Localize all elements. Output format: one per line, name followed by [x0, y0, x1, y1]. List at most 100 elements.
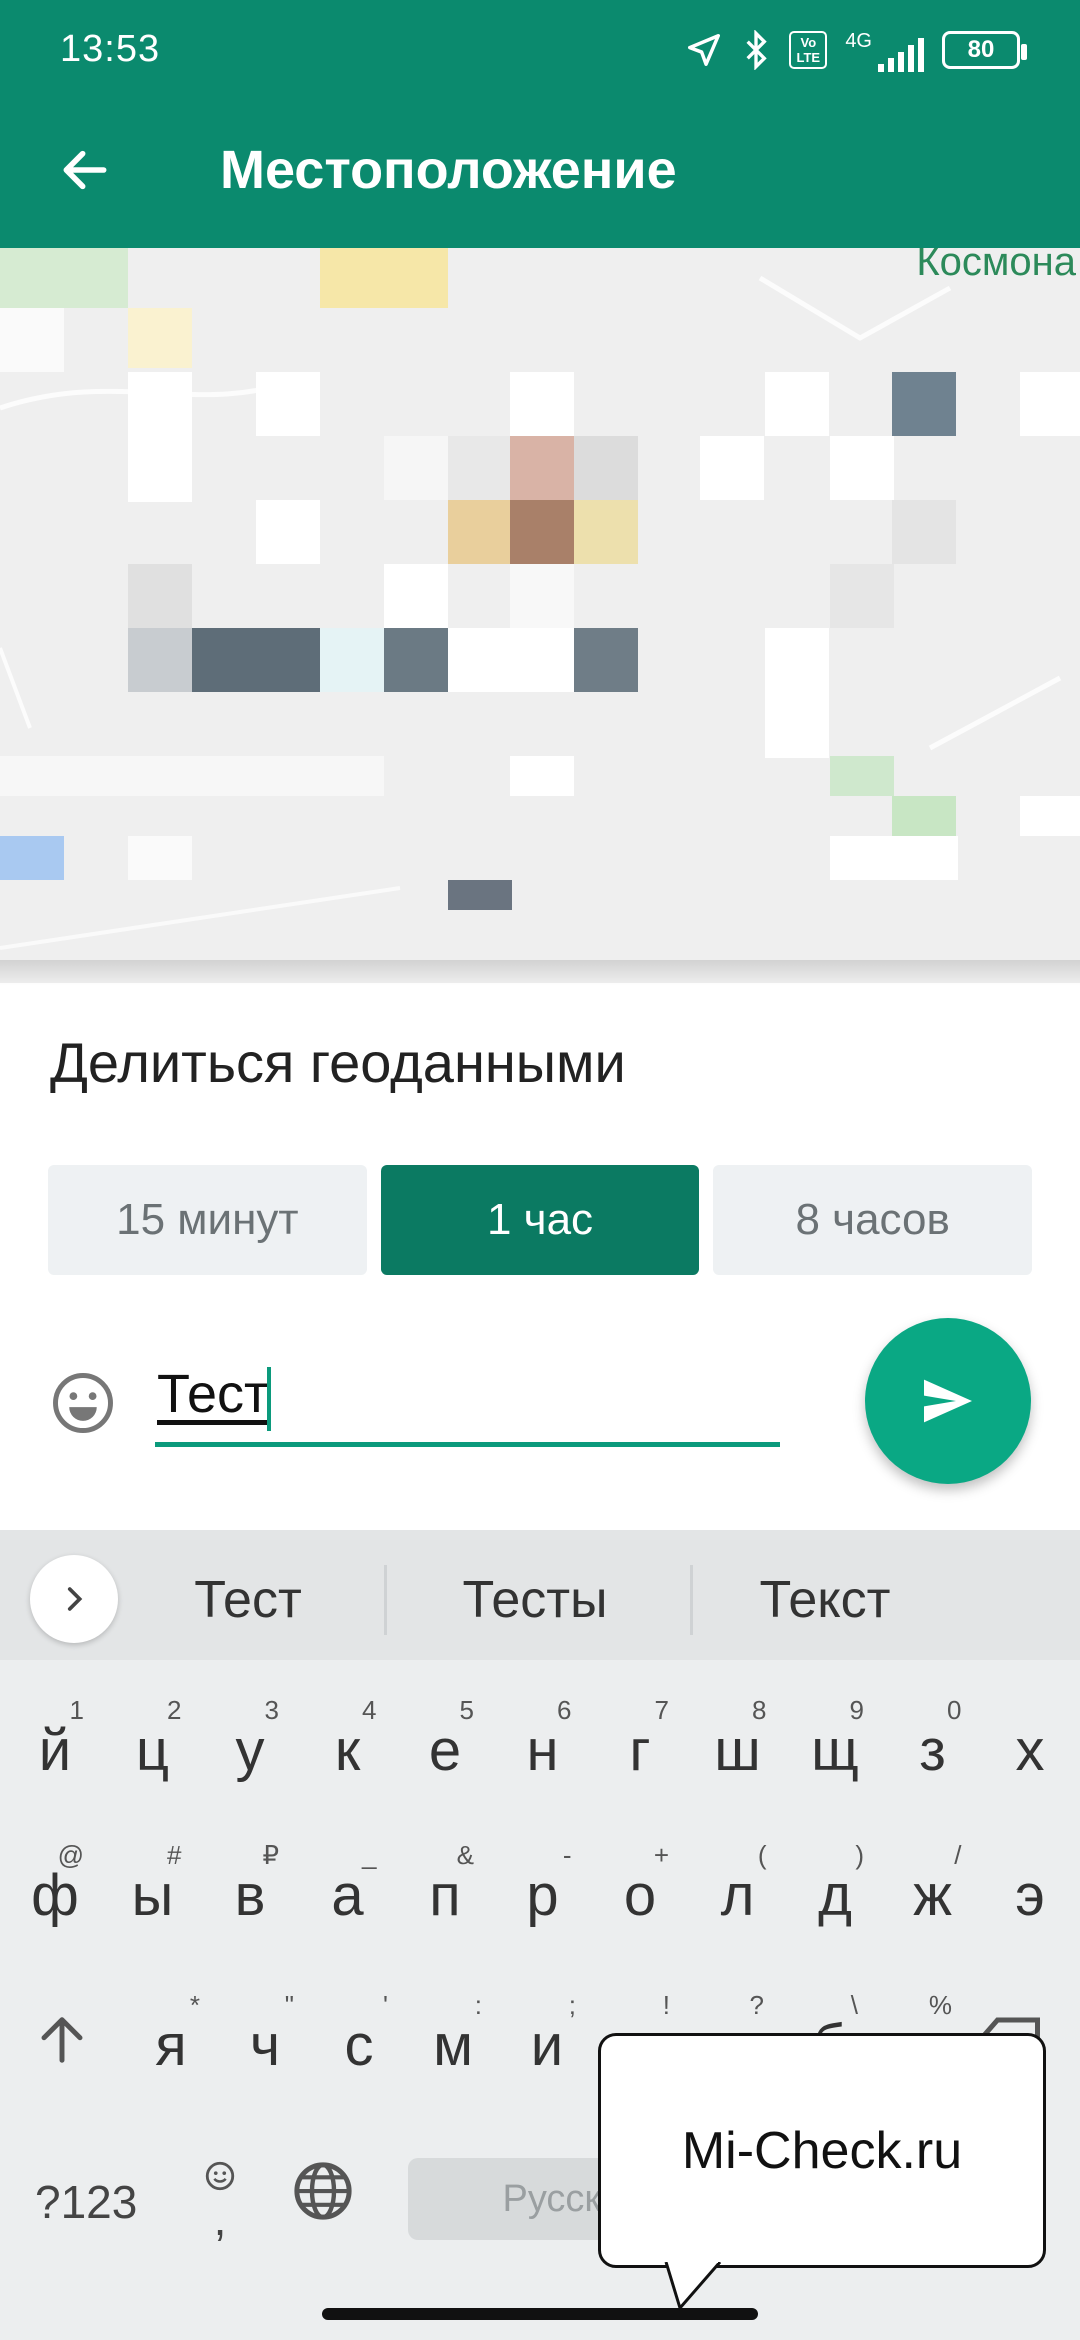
key-п[interactable]: & п — [400, 1840, 490, 1960]
key-х[interactable]: х — [985, 1695, 1075, 1815]
suggestion-bar: Тест Тесты Текст — [0, 1530, 1080, 1660]
key-ф[interactable]: @ ф — [10, 1840, 100, 1960]
key-char: г — [629, 1718, 651, 1783]
key-ж[interactable]: / ж — [888, 1840, 978, 1960]
map-view[interactable]: Космона — [0, 248, 1080, 983]
key-char: е — [428, 1718, 462, 1783]
emoji-comma-key[interactable]: , — [195, 2150, 245, 2245]
key-char: п — [429, 1863, 461, 1928]
key-р[interactable]: -р — [498, 1840, 588, 1960]
message-input[interactable]: Тест — [155, 1355, 780, 1447]
duration-1-hour-button[interactable]: 1 час — [380, 1165, 700, 1275]
key-й[interactable]: 1й — [10, 1695, 100, 1815]
key-char: ф — [31, 1863, 79, 1928]
send-icon — [924, 1379, 972, 1423]
suggestions-expand-button[interactable] — [30, 1555, 118, 1643]
symbols-key[interactable]: ?123 — [35, 2175, 137, 2229]
key-о[interactable]: + о — [595, 1840, 685, 1960]
key-г[interactable]: 7г — [595, 1695, 685, 1815]
app-bar: 13:53 Vo LTE 4G 80 Местоположение — [0, 0, 1080, 248]
arrow-left-icon — [63, 150, 107, 190]
key-у[interactable]: 3у — [205, 1695, 295, 1815]
key-ч[interactable]: " ч — [220, 1990, 310, 2110]
network-type: 4G — [845, 30, 872, 52]
header: Местоположение — [0, 120, 1080, 220]
key-char: м — [433, 2013, 473, 2078]
suggestion-1[interactable]: Тест — [118, 1570, 378, 1630]
status-time: 13:53 — [60, 28, 161, 70]
key-char: с — [344, 2013, 374, 2078]
emoji-button[interactable] — [50, 1370, 116, 1436]
suggestion-divider — [690, 1565, 693, 1635]
key-char: н — [526, 1718, 559, 1783]
back-button[interactable] — [35, 120, 135, 220]
key-а[interactable]: _ а — [303, 1840, 393, 1960]
signal-icon: 4G — [845, 28, 924, 72]
battery-icon: 80 — [942, 31, 1027, 69]
suggestion-3[interactable]: Текст — [695, 1570, 955, 1630]
key-з[interactable]: 0з — [888, 1695, 978, 1815]
key-ц[interactable]: 2ц — [108, 1695, 198, 1815]
key-char: ж — [913, 1863, 952, 1928]
key-char: з — [919, 1718, 946, 1783]
key-char: й — [38, 1718, 72, 1783]
key-char: я — [155, 2013, 187, 2078]
duration-selector: 15 минут 1 час 8 часов — [48, 1165, 1033, 1275]
keyboard-smiley-icon — [205, 2161, 235, 2191]
map-divider — [0, 960, 1080, 985]
send-button[interactable] — [865, 1318, 1031, 1484]
volte-icon: Vo LTE — [789, 31, 828, 69]
comma-char: , — [213, 2193, 227, 2245]
globe-icon — [294, 2162, 352, 2220]
key-char: ц — [135, 1718, 170, 1783]
duration-15-min-button[interactable]: 15 минут — [48, 1165, 367, 1275]
smiley-icon — [53, 1373, 113, 1433]
key-и[interactable]: ; и — [502, 1990, 592, 2110]
key-к[interactable]: 4к — [303, 1695, 393, 1815]
chevron-right-icon — [67, 1587, 83, 1611]
key-char: ы — [131, 1863, 174, 1928]
key-char: д — [818, 1863, 852, 1928]
status-icons: Vo LTE 4G 80 — [685, 28, 1027, 72]
status-bar: 13:53 Vo LTE 4G 80 — [0, 0, 1080, 100]
bluetooth-icon — [746, 30, 768, 70]
key-char: и — [530, 2013, 564, 2078]
shift-arrow-icon — [41, 2017, 83, 2063]
suggestion-2[interactable]: Тесты — [405, 1570, 665, 1630]
key-row-2: @ ф # ы ₽ в _ а & п - р + о(л) д / ж э — [0, 1840, 1080, 1960]
shift-key[interactable] — [35, 2010, 95, 2090]
key-char: о — [623, 1863, 657, 1928]
key-char: к — [334, 1718, 361, 1783]
key-char: л — [720, 1863, 755, 1928]
message-input-value: Тест — [157, 1364, 269, 1424]
key-char: в — [234, 1863, 266, 1928]
key-ы[interactable]: # ы — [108, 1840, 198, 1960]
key-char: щ — [811, 1718, 859, 1783]
globe-key[interactable] — [290, 2158, 360, 2228]
duration-8-hours-button[interactable]: 8 часов — [713, 1165, 1033, 1275]
key-н[interactable]: 6н — [498, 1695, 588, 1815]
key-char: у — [235, 1718, 265, 1783]
key-л[interactable]: (л — [693, 1840, 783, 1960]
key-char: а — [331, 1863, 364, 1928]
key-м[interactable]: :м — [408, 1990, 498, 2110]
key-char: р — [526, 1863, 559, 1928]
key-char: ш — [714, 1718, 761, 1783]
key-char: ч — [249, 2013, 281, 2078]
key-с[interactable]: ' с — [314, 1990, 404, 2110]
key-char: э — [1015, 1863, 1045, 1928]
text-caret — [267, 1367, 271, 1431]
page-title: Местоположение — [220, 140, 677, 200]
key-д[interactable]: ) д — [790, 1840, 880, 1960]
key-в[interactable]: ₽ в — [205, 1840, 295, 1960]
map-roads — [0, 275, 1062, 950]
key-ш[interactable]: 8ш — [693, 1695, 783, 1815]
key-е[interactable]: 5е — [400, 1695, 490, 1815]
share-title: Делиться геоданными — [50, 1031, 626, 1094]
key-я[interactable]: * я — [126, 1990, 216, 2110]
key-char: х — [1015, 1718, 1045, 1783]
watermark-tail — [664, 2262, 722, 2312]
key-э[interactable]: э — [985, 1840, 1075, 1960]
key-щ[interactable]: 9щ — [790, 1695, 880, 1815]
watermark-callout: Mi-Check.ru — [598, 2033, 1046, 2268]
